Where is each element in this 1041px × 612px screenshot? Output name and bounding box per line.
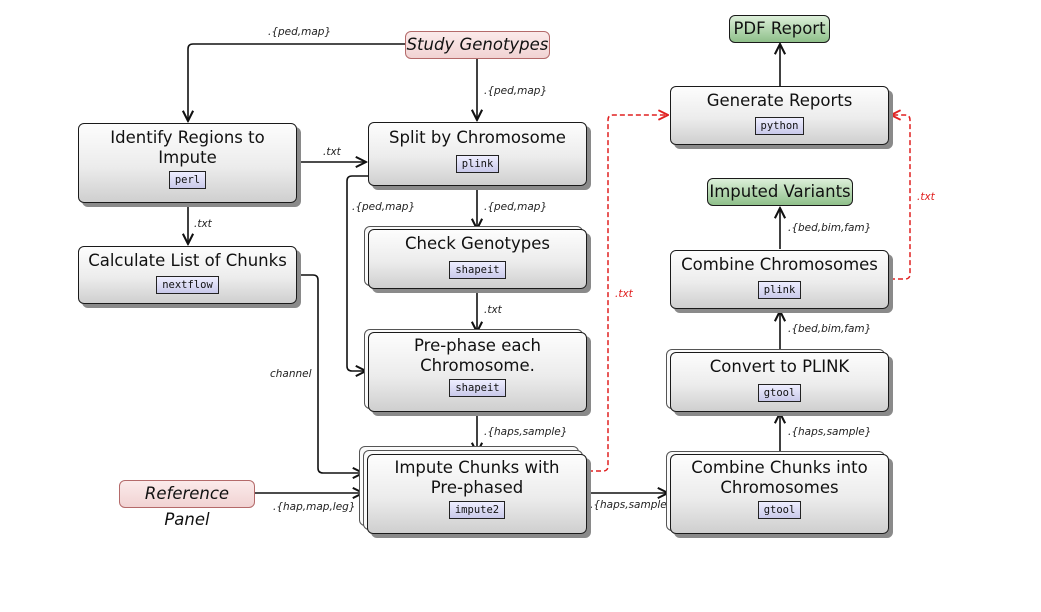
- process-title: Identify Regions to Impute: [110, 128, 265, 167]
- input-study-genotypes: Study Genotypes: [405, 31, 550, 59]
- edge-label-prephase-to-impute: .{haps,sample}: [484, 426, 568, 438]
- process-title: Split by Chromosome: [389, 128, 566, 147]
- process-calculate-chunks: Calculate List of Chunks nextflow: [78, 246, 297, 304]
- process-title: Calculate List of Chunks: [88, 251, 287, 270]
- edge-label-identify-to-split: .txt: [323, 146, 341, 158]
- process-convert-plink: Convert to PLINK gtool: [670, 352, 889, 412]
- process-generate-reports: Generate Reports python: [670, 86, 889, 145]
- process-title: Convert to PLINK: [709, 357, 850, 376]
- process-split-chromosome: Split by Chromosome plink: [368, 122, 587, 186]
- edge-label-combine-chr-to-variants: .{bed,bim,fam}: [788, 222, 872, 234]
- edge-label-impute-to-reports: .txt: [615, 288, 633, 300]
- tool-badge: shapeit: [449, 261, 506, 279]
- edge-label-study-to-split: .{ped,map}: [484, 85, 548, 97]
- tool-badge: plink: [455, 155, 500, 173]
- process-title: Impute Chunks with Pre-phased: [394, 458, 560, 497]
- tool-badge: gtool: [757, 384, 802, 402]
- tool-badge: nextflow: [156, 276, 219, 294]
- edge-label-split-to-check: .{ped,map}: [484, 201, 548, 213]
- edge-label-study-to-identify: .{ped,map}: [268, 26, 332, 38]
- process-impute-chunks: Impute Chunks with Pre-phased impute2: [367, 454, 587, 534]
- edge-label-combine-chunks-to-convert: .{haps,sample}: [788, 426, 872, 438]
- tool-badge: plink: [757, 281, 802, 299]
- output-imputed-variants: Imputed Variants: [707, 178, 853, 206]
- input-reference-panel: Reference Panel: [119, 480, 255, 529]
- tool-badge: gtool: [757, 501, 802, 519]
- edge-label-impute-to-combine-chunks: .{haps,sample}: [590, 499, 674, 511]
- edge-study-to-identify: [188, 43, 405, 121]
- edge-label-identify-to-calculate: .txt: [194, 218, 212, 230]
- tool-badge: impute2: [448, 501, 506, 519]
- edge-label-check-to-prephase: .txt: [484, 304, 502, 316]
- workflow-diagram: .{ped,map} .{ped,map} .txt .txt .{ped,ma…: [0, 0, 1041, 612]
- process-combine-chromosomes: Combine Chromosomes plink: [670, 250, 889, 309]
- edge-label-split-to-prephase: .{ped,map}: [352, 201, 416, 213]
- process-combine-chunks: Combine Chunks into Chromosomes gtool: [670, 454, 889, 534]
- process-title: Combine Chunks into Chromosomes: [691, 458, 868, 497]
- process-title: Generate Reports: [706, 91, 853, 110]
- process-title: Check Genotypes: [405, 234, 550, 253]
- tool-badge: shapeit: [449, 379, 506, 397]
- edge-label-convert-to-combine-chr: .{bed,bim,fam}: [788, 323, 872, 335]
- process-title: Pre-phase each Chromosome.: [413, 336, 541, 375]
- edge-label-combine-chr-to-reports: .txt: [917, 191, 935, 203]
- process-identify-regions: Identify Regions to Impute perl: [78, 123, 297, 203]
- process-prephase: Pre-phase each Chromosome. shapeit: [368, 332, 587, 412]
- edge-combine-chr-to-reports: [890, 115, 911, 280]
- output-pdf-report: PDF Report: [729, 15, 830, 43]
- tool-badge: perl: [168, 171, 207, 189]
- edge-label-reference-to-impute: .{hap,map,leg}: [273, 501, 356, 513]
- process-check-genotypes: Check Genotypes shapeit: [368, 229, 587, 289]
- process-title: Combine Chromosomes: [681, 255, 878, 274]
- tool-badge: python: [754, 117, 805, 135]
- edge-label-calculate-to-impute: channel: [270, 368, 312, 380]
